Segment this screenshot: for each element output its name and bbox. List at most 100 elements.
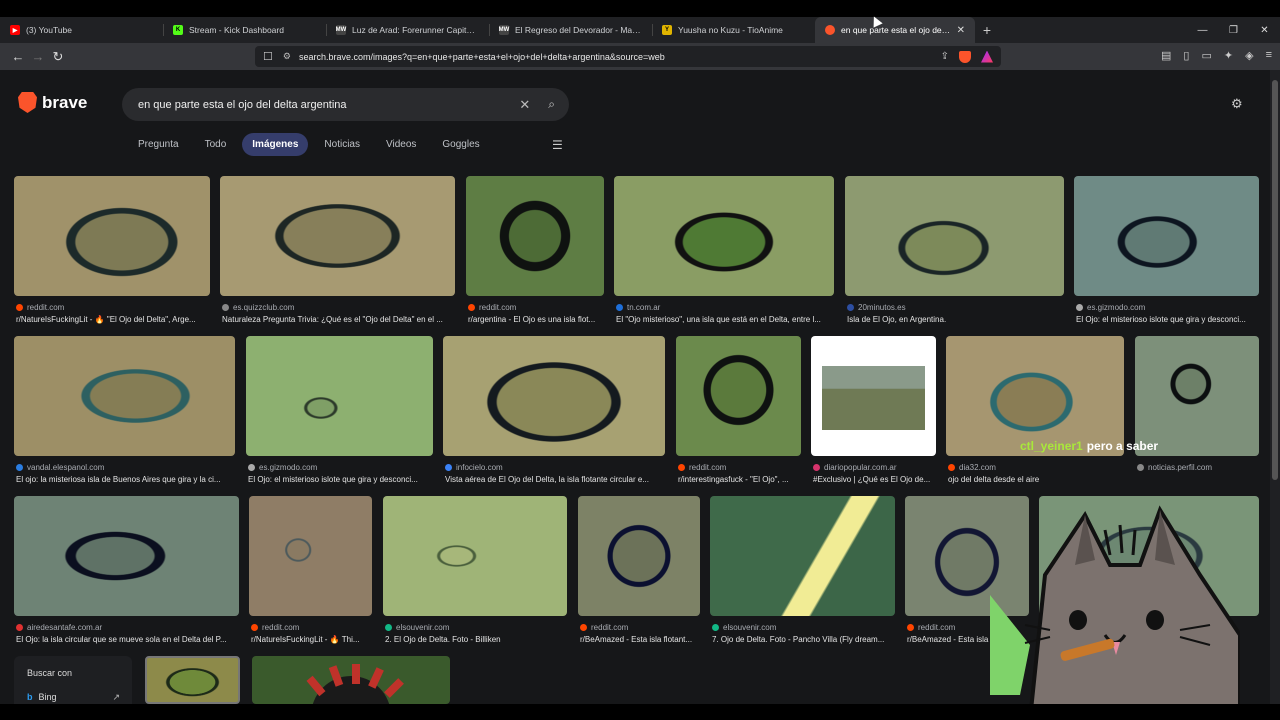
result-title[interactable]: El Ojo: el misterioso islote que gira y … (1076, 315, 1261, 324)
image-result[interactable]: tn.com.ar El "Ojo misterioso", una isla q… (614, 176, 834, 332)
minimize-icon[interactable]: — (1187, 25, 1218, 36)
menu-icon[interactable]: ≡ (1266, 49, 1272, 62)
result-title[interactable]: r/NatureIsFuckingLit - 🔥 "El Ojo del Del… (16, 315, 212, 324)
image-result[interactable]: es.gizmodo.com El Ojo: el misterioso islo… (1074, 176, 1259, 332)
image-result[interactable]: reddit.com r/NatureIsFuckingLit - 🔥 Thi..… (249, 496, 372, 652)
bookmark-icon[interactable]: ☐ (263, 50, 273, 63)
result-source[interactable]: es.gizmodo.com (1076, 303, 1145, 312)
brave-rewards-icon[interactable] (981, 50, 993, 63)
result-thumbnail[interactable] (246, 336, 433, 456)
page-scrollbar[interactable] (1270, 70, 1280, 704)
image-result[interactable]: reddit.com r/NatureIsFuckingLit - 🔥 "El O… (14, 176, 210, 332)
image-result[interactable]: airedesantafe.com.ar El Ojo: la isla circ… (14, 496, 239, 652)
image-result-partial[interactable] (252, 656, 450, 704)
result-title[interactable]: El ojo: la misteriosa isla de Buenos Air… (16, 475, 237, 484)
result-source[interactable]: reddit.com (580, 623, 628, 632)
tab-noticias[interactable]: Noticias (314, 133, 370, 156)
tab-imagenes[interactable]: Imágenes (242, 133, 309, 156)
restore-icon[interactable]: ❐ (1218, 25, 1249, 36)
result-source[interactable]: reddit.com (16, 303, 64, 312)
result-source[interactable]: reddit.com (468, 303, 516, 312)
result-source[interactable]: es.gizmodo.com (248, 463, 317, 472)
result-title[interactable]: 7. Ojo de Delta. Foto - Pancho Villa (Fl… (712, 635, 897, 644)
result-thumbnail[interactable] (614, 176, 834, 296)
result-title[interactable]: r/argentina - El Ojo es una isla flot... (468, 315, 606, 324)
image-result[interactable]: dia32.com ojo del delta desde el aire (946, 336, 1124, 492)
clear-icon[interactable]: ✕ (519, 97, 530, 113)
result-title[interactable]: El "Ojo misterioso", una isla que está e… (616, 315, 836, 324)
tab-brave-search[interactable]: en que parte esta el ojo del delta ✕ (815, 17, 975, 43)
result-source[interactable]: dia32.com (948, 463, 996, 472)
result-source[interactable]: infocielo.com (445, 463, 503, 472)
result-title[interactable]: 2. El Ojo de Delta. Foto - Billiken (385, 635, 569, 644)
tab-youtube[interactable]: ▶ (3) YouTube (0, 17, 163, 43)
forward-icon[interactable]: → (28, 49, 48, 64)
vpn-icon[interactable]: ◈ (1245, 49, 1253, 62)
tab-tioanime[interactable]: Y Yuusha no Kuzu - TioAnime (652, 17, 815, 43)
image-result[interactable]: es.gizmodo.com El Ojo: el misterioso islo… (246, 336, 433, 492)
result-title[interactable]: Naturaleza Pregunta Trivia: ¿Qué es el "… (222, 315, 457, 324)
tab-videos[interactable]: Videos (376, 133, 426, 156)
result-title[interactable]: Vista aérea de El Ojo del Delta, la isla… (445, 475, 667, 484)
media-icon[interactable]: ▤ (1161, 49, 1171, 62)
result-thumbnail[interactable] (14, 496, 239, 616)
search-input[interactable]: en que parte esta el ojo del delta argen… (138, 99, 347, 111)
reload-icon[interactable]: ↻ (48, 49, 68, 65)
result-thumbnail[interactable] (466, 176, 604, 296)
image-result[interactable]: 20minutos.es Isla de El Ojo, en Argentina… (845, 176, 1064, 332)
back-icon[interactable]: ← (8, 49, 28, 64)
address-bar[interactable]: ☐ ⚙ search.brave.com/images?q=en+que+par… (255, 46, 1001, 67)
result-source[interactable]: reddit.com (251, 623, 299, 632)
result-source[interactable]: elsouvenir.com (385, 623, 449, 632)
bing-option[interactable]: b Bing (27, 692, 57, 702)
result-thumbnail[interactable] (1074, 176, 1259, 296)
result-thumbnail[interactable] (845, 176, 1064, 296)
sidebar-icon[interactable]: ▯ (1183, 49, 1189, 62)
result-title[interactable]: r/interestingasfuck - "El Ojo", ... (678, 475, 803, 484)
result-thumbnail[interactable] (578, 496, 700, 616)
result-thumbnail[interactable] (443, 336, 665, 456)
image-result[interactable]: es.quizzclub.com Naturaleza Pregunta Triv… (220, 176, 455, 332)
image-result[interactable]: diariopopular.com.ar #Exclusivo | ¿Qué es… (811, 336, 936, 492)
result-source[interactable]: reddit.com (678, 463, 726, 472)
result-source[interactable]: tn.com.ar (616, 303, 660, 312)
result-thumbnail[interactable] (946, 336, 1124, 456)
external-link-icon[interactable]: ↗ (112, 692, 120, 703)
result-thumbnail[interactable] (710, 496, 895, 616)
result-source[interactable]: elsouvenir.com (712, 623, 776, 632)
close-tab-icon[interactable]: ✕ (951, 25, 965, 36)
wallet-icon[interactable]: ▭ (1201, 49, 1211, 62)
result-title[interactable]: El Ojo: la isla circular que se mueve so… (16, 635, 241, 644)
tab-luz-de-arad[interactable]: MW Luz de Arad: Forerunner Capitulo 1 n (326, 17, 489, 43)
result-title[interactable]: #Exclusivo | ¿Qué es El Ojo de... (813, 475, 938, 484)
share-icon[interactable]: ⇪ (941, 51, 949, 62)
tab-todo[interactable]: Todo (195, 133, 237, 156)
url-text[interactable]: search.brave.com/images?q=en+que+parte+e… (299, 52, 665, 62)
result-source[interactable]: vandal.elespanol.com (16, 463, 104, 472)
image-result-partial[interactable] (145, 656, 240, 704)
result-thumbnail[interactable] (249, 496, 372, 616)
search-icon[interactable]: ⌕ (548, 97, 555, 112)
image-result[interactable]: reddit.com r/argentina - El Ojo es una is… (466, 176, 604, 332)
image-result[interactable]: infocielo.com Vista aérea de El Ojo del D… (443, 336, 665, 492)
result-source[interactable]: diariopopular.com.ar (813, 463, 896, 472)
tab-devorador[interactable]: MW El Regreso del Devorador - Manhwa (489, 17, 652, 43)
tab-pregunta[interactable]: Pregunta (128, 133, 189, 156)
result-source[interactable]: reddit.com (907, 623, 955, 632)
result-title[interactable]: r/NatureIsFuckingLit - 🔥 Thi... (251, 635, 374, 644)
image-result[interactable]: noticias.perfil.com (1135, 336, 1259, 492)
result-thumbnail[interactable] (1135, 336, 1259, 456)
result-title[interactable]: Isla de El Ojo, en Argentina. (847, 315, 1066, 324)
result-title[interactable]: r/BeAmazed - Esta isla flotant... (580, 635, 702, 644)
brave-logo[interactable]: brave (18, 92, 87, 113)
image-result[interactable]: elsouvenir.com 7. Ojo de Delta. Foto - Pa… (710, 496, 895, 652)
close-window-icon[interactable]: ✕ (1249, 25, 1280, 36)
image-result[interactable]: elsouvenir.com 2. El Ojo de Delta. Foto -… (383, 496, 567, 652)
new-tab-button[interactable]: + (975, 22, 999, 38)
filters-icon[interactable]: ☰ (552, 138, 563, 152)
result-thumbnail[interactable] (220, 176, 455, 296)
result-thumbnail[interactable] (811, 336, 936, 456)
brave-shields-icon[interactable] (959, 50, 971, 63)
image-result[interactable]: reddit.com r/interestingasfuck - "El Ojo"… (676, 336, 801, 492)
result-title[interactable]: El Ojo: el misterioso islote que gira y … (248, 475, 435, 484)
